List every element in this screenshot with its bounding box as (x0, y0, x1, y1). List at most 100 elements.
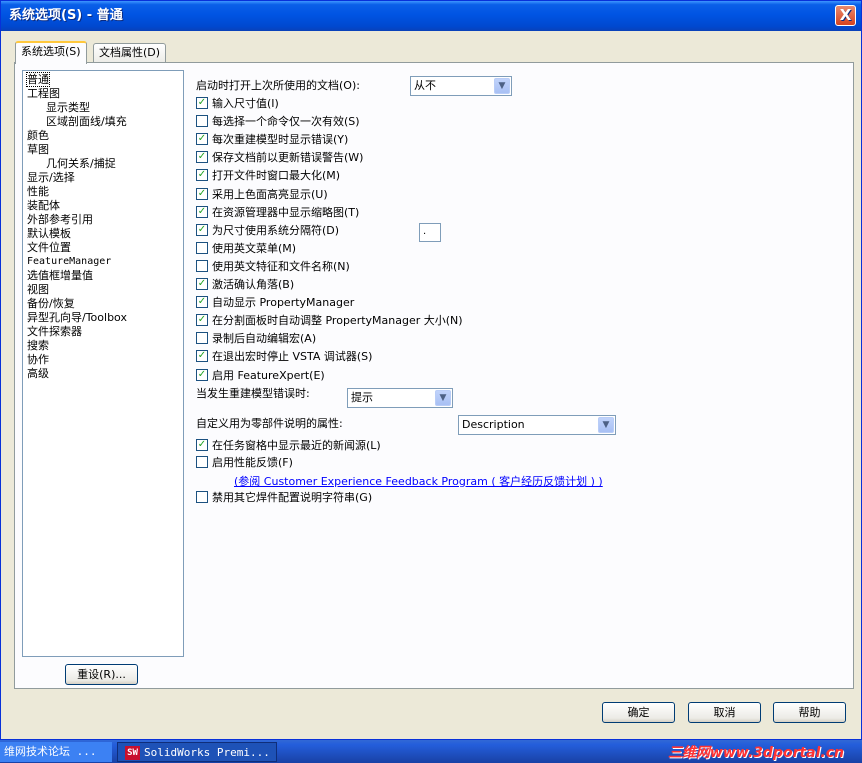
tab-document-properties[interactable]: 文档属性(D) (93, 43, 167, 63)
tree-item-view[interactable]: 视图 (27, 283, 183, 297)
checkbox-label: 使用英文菜单(M) (212, 241, 297, 255)
tree-item-drawings[interactable]: 工程图 (27, 87, 183, 101)
tree-item-area-hatch[interactable]: 区域剖面线/填充 (27, 115, 183, 129)
open-last-select[interactable]: 从不 ▼ (410, 76, 512, 96)
checkbox-checked-icon[interactable]: ✓ (196, 296, 208, 309)
tree-item-hole-wizard-toolbox[interactable]: 异型孔向导/Toolbox (27, 311, 183, 325)
tree-item-spin-box-increments[interactable]: 选值框增量值 (27, 269, 183, 283)
option-checkbox-15[interactable]: ✓ 启用 FeatureXpert(E) (196, 368, 325, 384)
checkbox-checked-icon[interactable]: ✓ (196, 205, 208, 218)
checkbox-checked-icon[interactable]: ✓ (196, 223, 208, 236)
options-panel: 普通 工程图 显示类型 区域剖面线/填充 颜色 草图 几何关系/捕捉 显示/选择… (14, 62, 854, 689)
tree-item-external-references[interactable]: 外部参考引用 (27, 213, 183, 227)
title-bar[interactable]: 系统选项(S) - 普通 X (1, 1, 861, 31)
option2-checkbox-0[interactable]: ✓ 在任务窗格中显示最近的新闻源(L) (196, 438, 381, 454)
category-tree[interactable]: 普通 工程图 显示类型 区域剖面线/填充 颜色 草图 几何关系/捕捉 显示/选择… (22, 70, 184, 657)
checkbox-checked-icon[interactable]: ✓ (196, 368, 208, 381)
checkbox-label: 每选择一个命令仅一次有效(S) (212, 115, 360, 129)
checkbox-checked-icon[interactable]: ✓ (196, 439, 208, 451)
ok-button[interactable]: 确定 (602, 702, 675, 723)
tab-system-options[interactable]: 系统选项(S) (15, 41, 87, 64)
feedback-program-link[interactable]: (参阅 Customer Experience Feedback Program… (234, 473, 603, 489)
tab-label: 文档属性(D) (99, 46, 161, 59)
option-checkbox-10[interactable]: ✓ 激活确认角落(B) (196, 277, 294, 293)
tree-item-relations-snaps[interactable]: 几何关系/捕捉 (27, 157, 183, 171)
option-checkbox-1[interactable]: 每选择一个命令仅一次有效(S) (196, 114, 360, 130)
checkbox-checked-icon[interactable]: ✓ (196, 97, 208, 109)
option-checkbox-9[interactable]: 使用英文特征和文件名称(N) (196, 259, 350, 275)
option-checkbox-3[interactable]: ✓ 保存文档前以更新错误警告(W) (196, 150, 363, 166)
option-checkbox-12[interactable]: ✓ 在分割面板时自动调整 PropertyManager 大小(N) (196, 313, 463, 329)
option-checkbox-13[interactable]: 录制后自动编辑宏(A) (196, 331, 316, 347)
checkbox-label: 输入尺寸值(I) (212, 97, 279, 110)
reset-button[interactable]: 重设(R)... (65, 664, 138, 685)
rebuild-error-label: 当发生重建模型错误时: (196, 387, 310, 400)
custom-prop-label: 自定义用为零部件说明的属性: (196, 417, 343, 430)
checkbox-checked-icon[interactable]: ✓ (196, 169, 208, 182)
custom-prop-select[interactable]: Description ▼ (458, 415, 616, 435)
tree-item-backup-recover[interactable]: 备份/恢复 (27, 297, 183, 311)
cancel-button[interactable]: 取消 (688, 702, 761, 723)
checkbox-label: 在退出宏时停止 VSTA 调试器(S) (212, 350, 373, 364)
checkbox-unchecked-icon[interactable] (196, 115, 208, 128)
checkbox-unchecked-icon[interactable] (196, 259, 208, 272)
taskbar-item-solidworks[interactable]: SW SolidWorks Premi... (117, 742, 277, 762)
checkbox-unchecked-icon[interactable] (196, 491, 208, 503)
option-checkbox-14[interactable]: ✓ 在退出宏时停止 VSTA 调试器(S) (196, 349, 372, 365)
tree-item-assemblies[interactable]: 装配体 (27, 199, 183, 213)
checkbox-checked-icon[interactable]: ✓ (196, 350, 208, 363)
tree-item-file-locations[interactable]: 文件位置 (27, 241, 183, 255)
tree-item-display-selection[interactable]: 显示/选择 (27, 171, 183, 185)
checkbox-unchecked-icon[interactable] (196, 241, 208, 254)
checkbox-checked-icon[interactable]: ✓ (196, 133, 208, 146)
checkbox-checked-icon[interactable]: ✓ (196, 187, 208, 200)
checkbox-unchecked-icon[interactable] (196, 456, 208, 468)
tree-item-general[interactable]: 普通 (26, 72, 183, 87)
checkbox-label: 采用上色面高亮显示(U) (212, 187, 328, 201)
custom-prop-value: Description (462, 418, 525, 431)
rebuild-error-select[interactable]: 提示 ▼ (347, 388, 453, 408)
option-checkbox-2[interactable]: ✓ 每次重建模型时显示错误(Y) (196, 132, 348, 148)
taskbar-item-label: SolidWorks Premi... (144, 746, 270, 759)
checkbox-checked-icon[interactable]: ✓ (196, 151, 208, 164)
option-checkbox-4[interactable]: ✓ 打开文件时窗口最大化(M) (196, 168, 340, 184)
checkbox-label: 在资源管理器中显示缩略图(T) (212, 205, 360, 219)
tree-item-sketch[interactable]: 草图 (27, 143, 183, 157)
tree-item-default-templates[interactable]: 默认模板 (27, 227, 183, 241)
close-icon: X (839, 6, 852, 24)
system-options-dialog: 系统选项(S) - 普通 X 系统选项(S) 文档属性(D) 普通 工程图 显示… (0, 0, 862, 740)
tree-item-display-style[interactable]: 显示类型 (27, 101, 183, 115)
checkbox-label: 启用 FeatureXpert(E) (212, 368, 325, 382)
option2-checkbox-1[interactable]: 启用性能反馈(F) (196, 455, 293, 471)
tree-item-performance[interactable]: 性能 (27, 185, 183, 199)
tree-item-colors[interactable]: 颜色 (27, 129, 183, 143)
option-checkbox-0[interactable]: ✓ 输入尺寸值(I) (196, 96, 279, 112)
chevron-down-icon: ▼ (598, 417, 614, 433)
checkbox-label: 自动显示 PropertyManager (212, 296, 355, 310)
tree-item-file-explorer[interactable]: 文件探索器 (27, 325, 183, 339)
tree-item-advanced[interactable]: 高级 (27, 367, 183, 381)
open-last-label: 启动时打开上次所使用的文档(O): (196, 79, 360, 92)
tree-item-collaboration[interactable]: 协作 (27, 353, 183, 367)
tab-label: 系统选项(S) (21, 45, 81, 58)
checkbox-unchecked-icon[interactable] (196, 332, 208, 345)
separator-input[interactable]: . (419, 223, 441, 242)
option-checkbox-8[interactable]: 使用英文菜单(M) (196, 241, 296, 257)
checkbox-checked-icon[interactable]: ✓ (196, 314, 208, 327)
option-checkbox-5[interactable]: ✓ 采用上色面高亮显示(U) (196, 187, 328, 203)
help-button[interactable]: 帮助 (773, 702, 846, 723)
taskbar-item-forum[interactable]: 维网技术论坛 ... (0, 742, 112, 762)
checkbox-label: 保存文档前以更新错误警告(W) (212, 151, 364, 165)
option-checkbox-6[interactable]: ✓ 在资源管理器中显示缩略图(T) (196, 205, 359, 221)
open-last-value: 从不 (414, 79, 436, 92)
tree-item-search[interactable]: 搜索 (27, 339, 183, 353)
option3-checkbox-0[interactable]: 禁用其它焊件配置说明字符串(G) (196, 490, 372, 506)
close-button[interactable]: X (835, 5, 856, 26)
option-checkbox-7[interactable]: ✓ 为尺寸使用系统分隔符(D) (196, 223, 339, 239)
chevron-down-icon: ▼ (494, 78, 510, 94)
option-checkbox-11[interactable]: ✓ 自动显示 PropertyManager (196, 295, 354, 311)
tree-item-featuremanager[interactable]: FeatureManager (27, 255, 183, 269)
chevron-down-icon: ▼ (435, 390, 451, 406)
checkbox-checked-icon[interactable]: ✓ (196, 278, 208, 290)
checkbox-label: 为尺寸使用系统分隔符(D) (212, 223, 340, 237)
